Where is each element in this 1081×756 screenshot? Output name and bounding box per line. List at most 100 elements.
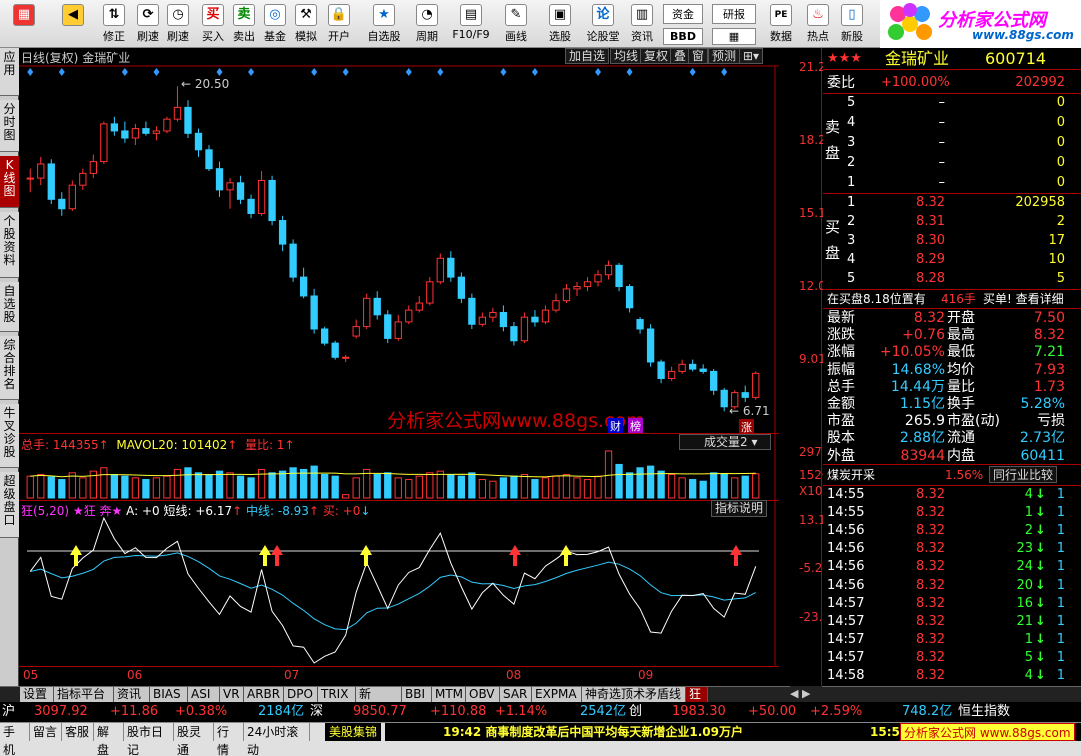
- indicator-tab[interactable]: MTM: [432, 687, 466, 702]
- volume-bar: [352, 477, 360, 499]
- quote-label: 涨幅: [827, 344, 855, 361]
- tick-count: 1: [1056, 505, 1065, 521]
- signal-diamond: [311, 68, 318, 76]
- volume-bar: [625, 472, 634, 499]
- rank-badge[interactable]: 榜: [628, 418, 643, 434]
- status-item[interactable]: 解盘: [94, 723, 124, 756]
- indicator-tab[interactable]: ARBR: [244, 687, 284, 702]
- indicator-tab[interactable]: 新DMA: [356, 687, 402, 716]
- indicator-tab[interactable]: 指标平台: [54, 687, 114, 702]
- candle-body: [573, 286, 581, 290]
- open-account-button[interactable]: 🔒 开户: [324, 2, 354, 46]
- grid-menu-icon[interactable]: ▦: [2, 2, 46, 46]
- quote-value: 8.32: [1033, 327, 1065, 344]
- indicator-tab[interactable]: 资讯: [114, 687, 150, 702]
- tab-timeshare[interactable]: 分时图: [0, 100, 19, 152]
- status-item[interactable]: 股灵通: [174, 723, 214, 756]
- signal-diamond: [342, 68, 349, 76]
- indicator-help-button[interactable]: 指标说明: [711, 500, 768, 517]
- bid-price: 8.29: [916, 252, 945, 267]
- status-item[interactable]: 行情: [214, 723, 244, 756]
- volume-indicator-dropdown[interactable]: 成交量2 ▾: [679, 434, 771, 450]
- tab-stock-info[interactable]: 个股资料: [0, 212, 19, 278]
- bid-row[interactable]: 1 8.32 202958: [823, 194, 1081, 212]
- period-button[interactable]: ◔ 周期: [408, 2, 446, 46]
- tab-apps[interactable]: 应用: [0, 48, 19, 96]
- tick-time: 14:58: [827, 668, 865, 683]
- news-ticker-label[interactable]: 美股集锦: [325, 723, 382, 741]
- bid-row[interactable]: 3 8.30 17: [823, 232, 1081, 250]
- tick-row: 14:56 8.32 23 ↓ 1: [823, 540, 1081, 558]
- research-button[interactable]: 研报 ▦: [712, 4, 756, 48]
- bid-row[interactable]: 2 8.31 2: [823, 213, 1081, 231]
- news-ticker[interactable]: 19:42 商事制度改革后中国平均每天新增企业1.09万户: [385, 723, 867, 741]
- hotspot-button[interactable]: ♨ 热点: [803, 2, 833, 46]
- data-button[interactable]: PE 数据: [763, 2, 799, 46]
- candle-body: [26, 177, 34, 180]
- ask-row[interactable]: 4 – 0: [823, 114, 1081, 132]
- status-item[interactable]: 客服: [62, 723, 94, 741]
- tab-kline[interactable]: K线图: [0, 156, 19, 208]
- simulate-button[interactable]: ⚒ 模拟: [291, 2, 321, 46]
- ask-row[interactable]: 2 – 0: [823, 154, 1081, 172]
- candle-body: [531, 316, 539, 323]
- tick-count: 1: [1056, 668, 1065, 683]
- indicator-tab[interactable]: BIAS: [150, 687, 188, 702]
- candle-body: [489, 311, 497, 318]
- news-button[interactable]: ▥ 资讯: [627, 2, 657, 46]
- stock-select-button[interactable]: ▣ 选股: [543, 2, 577, 46]
- status-item[interactable]: 24小时滚动: [244, 723, 310, 756]
- toolbar-btn-speed[interactable]: ◷ 刷速: [163, 2, 193, 46]
- tab-watchlist[interactable]: 自选股: [0, 282, 19, 332]
- indicator-tab[interactable]: 狂: [686, 687, 708, 702]
- ask-row[interactable]: 5 – 0: [823, 94, 1081, 112]
- order-alert[interactable]: 在买盘8.18位置有 416手 买单! 查看详细: [823, 290, 1081, 308]
- sell-button[interactable]: 卖卖出: [229, 2, 259, 46]
- tick-price: 8.32: [916, 577, 945, 593]
- x-label: 06: [127, 668, 143, 682]
- indicator-tab[interactable]: DPO: [284, 687, 318, 702]
- indicator-tab[interactable]: 神奇选顶术矛盾线: [582, 687, 686, 702]
- bid-row[interactable]: 5 8.28 5: [823, 270, 1081, 288]
- bid-row[interactable]: 4 8.29 10: [823, 251, 1081, 269]
- draw-line-button[interactable]: ✎ 画线: [497, 2, 535, 46]
- fund-button[interactable]: ◎ 基金: [260, 2, 290, 46]
- new-stock-button[interactable]: ▯ 新股: [837, 2, 867, 46]
- buy-button[interactable]: 买买入: [198, 2, 228, 46]
- quote-row: 市盈 265.9 市盈(动) 亏损: [823, 412, 1081, 430]
- y-label: 9.01: [799, 352, 826, 366]
- quote-label: 量比: [947, 378, 975, 395]
- toolbar-btn-refresh[interactable]: ⟳ 刷速: [133, 2, 163, 46]
- status-item[interactable]: 股市日记: [124, 723, 174, 756]
- back-arrow-icon[interactable]: ◀: [56, 2, 90, 46]
- indicator-tab[interactable]: OBV: [466, 687, 500, 702]
- ask-row[interactable]: 1 – 0: [823, 174, 1081, 192]
- f10-button[interactable]: ▤ F10/F9: [450, 2, 492, 46]
- indicator-tab[interactable]: SAR: [500, 687, 532, 702]
- tab-diagnose[interactable]: 牛叉诊股: [0, 404, 19, 468]
- sector-compare-button[interactable]: 同行业比较: [989, 466, 1058, 483]
- candle-body: [321, 328, 329, 344]
- indicator-tab[interactable]: VR: [220, 687, 244, 702]
- tab-super-panel[interactable]: 超级盘口: [0, 472, 19, 538]
- status-item[interactable]: 留言: [30, 723, 62, 741]
- ask-row[interactable]: 3 – 0: [823, 134, 1081, 152]
- indicator-tab[interactable]: TRIX: [318, 687, 356, 702]
- tab-scroll-icon[interactable]: ◀ ▶: [790, 686, 822, 702]
- ask-volume: 0: [1056, 155, 1065, 170]
- quote-value: 5.28%: [1020, 396, 1065, 412]
- indicator-tab[interactable]: EXPMA: [532, 687, 582, 702]
- status-item[interactable]: 手机: [0, 723, 30, 756]
- tab-ranking[interactable]: 综合排名: [0, 336, 19, 400]
- indicator-tab[interactable]: BBI: [402, 687, 432, 702]
- kline-chart-area[interactable]: 日线(复权) 金瑞矿业 加自选 均线 复权 叠 窗 预测 ⊞▾ 21.27 18…: [19, 48, 838, 686]
- toolbar-btn-fix[interactable]: ⇅ 修正: [96, 2, 132, 46]
- indicator-tab[interactable]: 设置: [20, 687, 54, 702]
- signal-diamond: [248, 68, 255, 76]
- capital-button[interactable]: 资金 BBD: [663, 4, 703, 48]
- indicator-tab[interactable]: ASI: [188, 687, 220, 702]
- watchlist-button[interactable]: ★ 自选股: [363, 2, 405, 46]
- forum-button[interactable]: 论论股堂: [581, 2, 625, 46]
- finance-badge[interactable]: 财: [608, 418, 623, 434]
- signal-diamond: [153, 68, 160, 76]
